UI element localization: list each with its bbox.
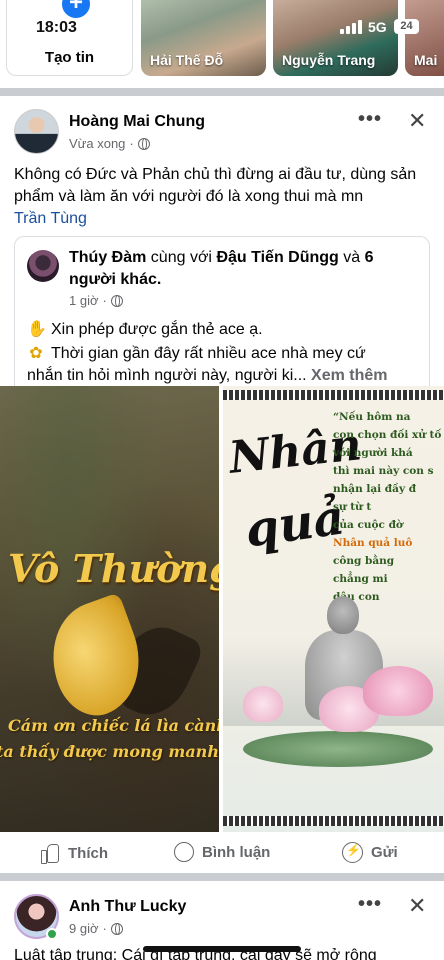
plus-icon: + — [59, 0, 93, 21]
online-status-icon — [46, 928, 58, 940]
globe-icon — [137, 137, 150, 150]
shared-time: 1 giờ — [69, 293, 99, 308]
avatar[interactable] — [27, 250, 59, 282]
close-icon[interactable]: ✕ — [408, 108, 426, 134]
handshake-icon: ✋ — [27, 321, 47, 338]
comment-icon — [174, 842, 194, 862]
send-button[interactable]: Gửi — [342, 842, 398, 863]
more-options-icon[interactable]: ••• — [358, 893, 382, 916]
more-options-icon[interactable]: ••• — [358, 108, 382, 131]
create-story-label: Tạo tin — [44, 49, 95, 66]
create-story-card[interactable]: + Tạo tin — [6, 0, 133, 76]
globe-icon — [110, 922, 123, 935]
story-card[interactable]: Nguyễn Trang — [273, 0, 398, 76]
lotus-icon — [363, 666, 433, 716]
like-button[interactable]: Thích — [38, 842, 108, 864]
shared-meta: 1 giờ · — [69, 293, 123, 308]
lotus-icon — [243, 686, 283, 722]
shared-post[interactable]: Thúy Đàm cùng với Đậu Tiến Dũngg và 6 ng… — [14, 236, 430, 406]
shared-line: ✿ Thời gian gần đây rất nhiều ace nhà mey… — [27, 343, 427, 365]
post-author[interactable]: Hoàng Mai Chung — [69, 113, 205, 131]
post-time: 9 giờ — [69, 921, 99, 936]
avatar[interactable] — [14, 109, 59, 154]
post-meta: 9 giờ · — [69, 921, 123, 936]
shared-author[interactable]: Thúy Đàm — [69, 249, 146, 266]
post-time: Vừa xong — [69, 136, 126, 151]
post-author[interactable]: Anh Thư Lucky — [69, 898, 186, 916]
shared-header: Thúy Đàm cùng với Đậu Tiến Dũngg và 6 ng… — [69, 249, 374, 288]
image-caption: Cám ơn chiếc lá lìa cành, — [8, 716, 219, 735]
comment-button[interactable]: Bình luận — [174, 842, 270, 862]
post-image-left[interactable]: Vô Thường Cám ơn chiếc lá lìa cành, ta t… — [0, 386, 219, 832]
image-caption: ta thấy được mong manh kiếp — [0, 742, 219, 761]
story-name: Mai — [414, 52, 438, 68]
tagged-user[interactable]: Đậu Tiến Dũngg — [216, 249, 338, 266]
thumbs-up-icon — [38, 842, 60, 864]
globe-icon — [110, 294, 123, 307]
see-more-link[interactable]: Xem thêm — [311, 367, 387, 384]
action-bar: Thích Bình luận Gửi — [0, 836, 444, 872]
image-title: Vô Thường — [8, 546, 219, 591]
post-body: Không có Đức và Phản chủ thì đừng ai đầu… — [14, 166, 417, 205]
story-card[interactable]: Hải Thế Đỗ — [141, 0, 266, 76]
story-card[interactable]: Mai — [405, 0, 444, 76]
messenger-icon — [342, 842, 363, 863]
story-name: Nguyễn Trang — [282, 52, 376, 68]
post-text: Không có Đức và Phản chủ thì đừng ai đầu… — [14, 164, 434, 230]
mention-link[interactable]: Trần Tùng — [14, 210, 87, 227]
home-indicator — [143, 946, 301, 952]
shared-line: ✋ Xin phép được gắn thẻ ace ạ. — [27, 319, 427, 341]
post-image-right[interactable]: Nhân quả “Nếu hôm na con chọn đối xử tố … — [221, 386, 444, 832]
stories-strip: + Tạo tin Hải Thế Đỗ Nguyễn Trang Mai — [0, 0, 444, 88]
shared-line: nhắn tin hỏi mình người này, người ki...… — [27, 367, 388, 384]
feed-post: Hoàng Mai Chung Vừa xong · ••• ✕ Không c… — [0, 96, 444, 873]
sunflower-icon: ✿ — [29, 345, 43, 362]
story-name: Hải Thế Đỗ — [150, 52, 224, 68]
post-meta: Vừa xong · — [69, 136, 150, 151]
close-icon[interactable]: ✕ — [408, 893, 426, 919]
poem-text: “Nếu hôm na con chọn đối xử tố với người… — [333, 411, 442, 603]
